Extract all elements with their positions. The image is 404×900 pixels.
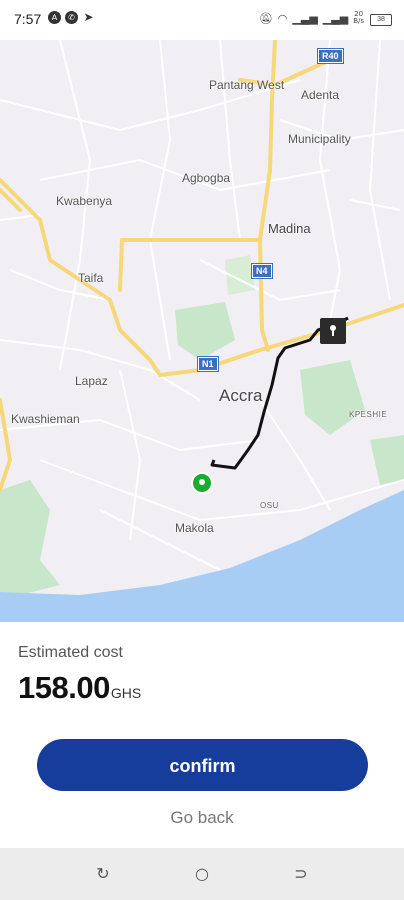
cost-currency: GHS	[110, 685, 142, 701]
wifi-icon: ◠	[277, 11, 288, 25]
notification-icons: A ✆ ➤	[48, 11, 95, 24]
map-label-agbogba: Agbogba	[182, 171, 231, 185]
home-icon[interactable]: ○	[193, 865, 211, 883]
road-shield-r40: R40	[317, 48, 344, 64]
map-label-adenta-municipality: Municipality	[288, 132, 351, 146]
recent-apps-icon[interactable]: ↻	[94, 865, 112, 883]
ocean	[0, 490, 404, 622]
park-area	[370, 435, 404, 485]
cost-value: 158.00	[18, 670, 110, 705]
map-label-makola: Makola	[175, 521, 214, 535]
fare-panel: Estimated cost 158.00 GHS confirm Go bac…	[0, 622, 404, 848]
confirm-button[interactable]: confirm	[37, 739, 368, 791]
route-map[interactable]: Pantang West Adenta Municipality Agbogba…	[0, 40, 404, 622]
map-label-kwabenya: Kwabenya	[56, 194, 113, 208]
network-speed: 20 B/s	[353, 10, 364, 25]
app-a-icon: A	[48, 11, 61, 24]
telegram-icon: ➤	[83, 10, 94, 24]
battery-icon: 38	[370, 14, 392, 26]
status-time: 7:57	[14, 11, 42, 27]
status-bar: 7:57 A ✆ ➤ 🔕︎ ◠ ▁▃▅ ▁▃▅ 20 B/s 38	[0, 0, 404, 40]
back-icon[interactable]: ⊃	[292, 865, 310, 883]
map-label-kwashieman: Kwashieman	[11, 412, 80, 426]
system-icons: 🔕︎ ◠ ▁▃▅ ▁▃▅ 20 B/s	[259, 11, 364, 25]
map-label-pantang-west: Pantang West	[209, 78, 285, 92]
map-label-adenta: Adenta	[301, 88, 340, 102]
go-back-link[interactable]: Go back	[0, 808, 404, 828]
road-shield-n1: N1	[197, 356, 219, 372]
map-label-kpeshie: KPESHIE	[349, 410, 388, 419]
road-shield-n4: N4	[251, 263, 273, 279]
origin-pin-icon[interactable]	[191, 472, 213, 494]
map-label-madina: Madina	[268, 221, 311, 236]
map-label-osu: OSU	[260, 501, 279, 510]
estimated-cost-label: Estimated cost	[18, 644, 123, 661]
signal-icon: ▁▃▅	[322, 11, 349, 25]
system-nav-bar: ↻ ○ ⊃	[0, 848, 404, 900]
park-area	[300, 360, 365, 435]
park-area	[175, 302, 235, 360]
signal-icon: ▁▃▅	[292, 11, 318, 25]
whatsapp-icon: ✆	[65, 11, 78, 24]
map-label-taifa: Taifa	[78, 271, 104, 285]
destination-pin-icon[interactable]	[320, 318, 346, 344]
park-area	[0, 480, 60, 600]
map-label-accra: Accra	[219, 386, 263, 405]
mute-icon: 🔕︎	[258, 11, 273, 25]
estimated-cost: 158.00 GHS	[18, 670, 141, 706]
map-label-lapaz: Lapaz	[75, 374, 108, 388]
